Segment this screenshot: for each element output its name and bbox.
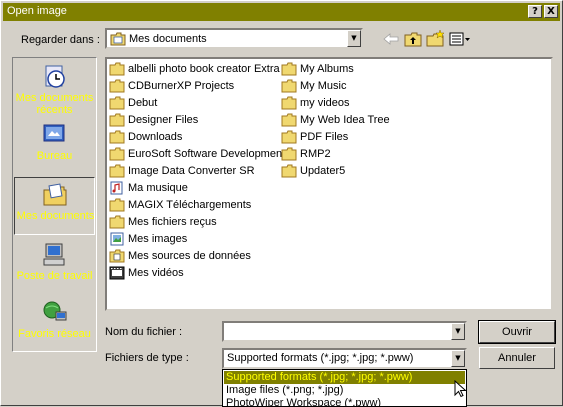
filetype-label: Fichiers de type : [105, 352, 189, 364]
look-in-select[interactable]: Mes documents ▼ [105, 28, 363, 49]
title-bar[interactable]: Open image ? X [3, 3, 560, 21]
place-my-computer[interactable]: Poste de travail [14, 238, 95, 294]
desktop-icon [43, 124, 65, 142]
pictures-folder-icon [110, 232, 124, 246]
close-button[interactable]: X [544, 5, 558, 18]
dropdown-option[interactable]: Image files (*.png; *.jpg) [224, 384, 465, 397]
place-label: Poste de travail [16, 270, 93, 282]
network-places-icon [43, 301, 67, 321]
my-documents-icon [43, 183, 67, 206]
music-folder-icon [110, 181, 123, 195]
window-title: Open image [7, 5, 67, 17]
place-recent-documents[interactable]: Mes documents récents [14, 60, 95, 116]
folder-icon [281, 62, 297, 76]
folder-icon [281, 147, 297, 161]
open-button[interactable]: Ouvrir [478, 320, 556, 344]
filename-input[interactable]: ▼ [222, 321, 467, 342]
place-desktop[interactable]: Bureau [14, 118, 95, 174]
up-folder-icon[interactable] [403, 29, 423, 49]
folder-icon [109, 113, 125, 127]
help-button[interactable]: ? [528, 5, 542, 18]
file-list[interactable]: albelli photo book creator Extra CDBurne… [105, 57, 553, 311]
filetype-select[interactable]: Supported formats (*.jpg; *.jpg; *.pww) … [222, 348, 467, 369]
folder-icon [109, 198, 125, 212]
cancel-button[interactable]: Annuler [479, 347, 555, 369]
view-menu-icon[interactable] [448, 29, 472, 49]
mouse-cursor-icon [454, 380, 466, 398]
look-in-label: Regarder dans : [21, 34, 100, 46]
folder-icon [109, 164, 125, 178]
open-image-dialog: Open image ? X Regarder dans : Mes docum… [0, 0, 563, 407]
recent-documents-icon [45, 65, 65, 88]
folder-icon [109, 130, 125, 144]
folder-icon [281, 96, 297, 110]
look-in-value: Mes documents [129, 33, 207, 45]
back-arrow-icon[interactable] [381, 29, 401, 49]
folder-icon [109, 147, 125, 161]
chevron-down-icon[interactable]: ▼ [451, 323, 465, 340]
folder-icon [109, 96, 125, 110]
folder-icon [281, 113, 297, 127]
folder-icon [281, 79, 297, 93]
place-network[interactable]: Favoris réseau [14, 296, 95, 352]
my-computer-icon [43, 243, 65, 266]
place-label: Bureau [36, 150, 73, 162]
folder-icon [109, 215, 125, 229]
my-documents-small-icon [110, 32, 126, 46]
place-label: Mes documents récents [15, 92, 94, 116]
place-label: Favoris réseau [18, 328, 91, 340]
dropdown-option[interactable]: Supported formats (*.jpg; *.jpg; *.pww) [224, 371, 465, 384]
place-my-documents[interactable]: Mes documents [14, 177, 95, 235]
chevron-down-icon[interactable]: ▼ [347, 30, 361, 47]
folder-icon [109, 62, 125, 76]
folder-icon [281, 130, 297, 144]
videos-folder-icon [109, 266, 125, 280]
data-sources-folder-icon [109, 249, 125, 263]
filename-label: Nom du fichier : [105, 326, 183, 338]
place-label: Mes documents [16, 210, 95, 222]
filetype-value: Supported formats (*.jpg; *.jpg; *.pww) [227, 352, 414, 364]
places-bar: Mes documents récents Bureau Mes documen… [12, 57, 97, 352]
filetype-dropdown-list[interactable]: Supported formats (*.jpg; *.jpg; *.pww) … [222, 369, 467, 407]
folder-icon [109, 79, 125, 93]
new-folder-icon[interactable] [425, 29, 445, 49]
folder-icon [281, 164, 297, 178]
chevron-down-icon[interactable]: ▼ [451, 350, 465, 367]
